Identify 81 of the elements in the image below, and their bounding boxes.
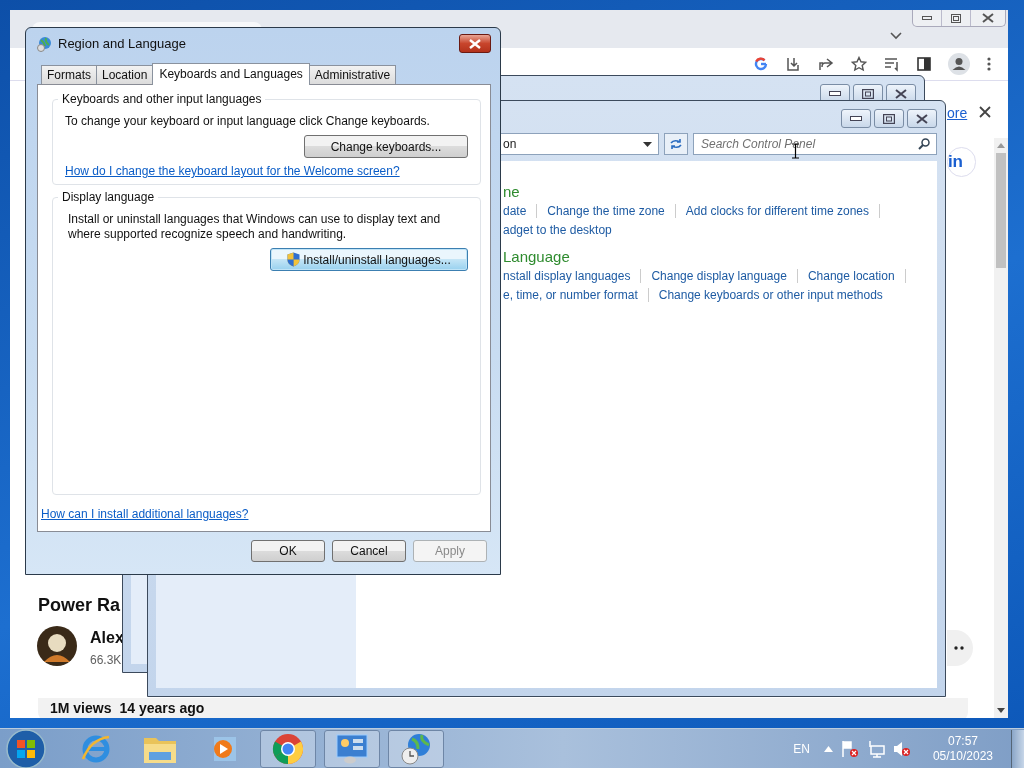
group-label: Keyboards and other input languages [58, 92, 266, 106]
instruction-text: Install or uninstall languages that Windows can use to display text and where supported recognize speech and handwriting. [67, 212, 442, 242]
learn-more-link[interactable]: ore [947, 105, 968, 121]
flag-icon[interactable] [840, 739, 859, 758]
close-icon[interactable] [979, 106, 991, 118]
close-icon [916, 113, 928, 124]
task-link[interactable]: Add clocks for different time zones [685, 203, 869, 218]
address-bar[interactable]: on [499, 133, 659, 155]
minimize-icon [829, 91, 841, 96]
subscriber-count: 66.3K [90, 653, 122, 667]
action-button[interactable]: Change keyboards... [304, 135, 468, 158]
dialog-button[interactable]: OK [251, 540, 325, 562]
window-title: Region and Language [58, 36, 187, 51]
dropdown-icon[interactable] [643, 141, 652, 147]
profile-icon[interactable] [948, 53, 970, 75]
avatar[interactable] [37, 626, 77, 666]
google-icon[interactable] [754, 57, 768, 71]
more-button[interactable] [947, 630, 973, 666]
show-desktop-button[interactable] [1011, 729, 1024, 768]
minimize-button[interactable] [841, 109, 871, 128]
chrome-icon [272, 732, 304, 765]
tab[interactable]: Location [96, 65, 154, 84]
view-count: 1M views [50, 700, 112, 718]
task-link[interactable]: Change location [807, 268, 895, 283]
muted-speaker-icon[interactable] [892, 739, 911, 758]
video-title[interactable]: Power Ra [38, 595, 121, 616]
task-link[interactable]: Change keyboards or other input methods [658, 287, 883, 302]
search-field[interactable]: Search Control Panel [693, 133, 937, 155]
share-icon[interactable] [818, 56, 834, 72]
close-icon [982, 13, 994, 23]
taskbar-button[interactable] [324, 729, 380, 768]
tab[interactable]: Formats [41, 65, 97, 84]
task-link[interactable]: Change display language [651, 268, 787, 283]
channel-name[interactable]: Alex [90, 629, 124, 647]
category-heading[interactable]: Language [503, 248, 570, 265]
description-box[interactable]: 1M views 14 years ago [38, 698, 968, 718]
star-icon[interactable] [851, 56, 867, 72]
close-button[interactable] [907, 109, 937, 128]
task-link[interactable]: e, time, or number format [503, 287, 638, 302]
scrollbar-thumb[interactable] [996, 153, 1006, 268]
globe-clock-icon [400, 732, 432, 765]
help-link[interactable]: How can I install additional languages? [41, 507, 249, 521]
taskbar-button[interactable] [260, 729, 316, 768]
task-link[interactable]: date [503, 203, 527, 218]
reading-list-icon[interactable] [884, 56, 900, 72]
task-link[interactable]: Change the time zone [547, 203, 665, 218]
control-panel-icon [336, 733, 368, 764]
upload-age: 14 years ago [119, 700, 205, 718]
tab[interactable]: Administrative [308, 65, 397, 84]
refresh-icon [669, 138, 683, 150]
install-icon[interactable] [785, 56, 801, 72]
shield-icon [287, 252, 301, 267]
chevron-down-icon[interactable] [890, 32, 902, 40]
scroll-down-icon[interactable] [997, 708, 1005, 713]
dialog-button[interactable]: Cancel [332, 540, 406, 562]
scrollbar[interactable] [994, 138, 1008, 718]
instruction-text: To change your keyboard or input language click Change keyboards. [65, 114, 431, 129]
taskbar-button[interactable] [388, 729, 444, 768]
close-button[interactable] [459, 34, 491, 53]
help-link[interactable]: How do I change the keyboard layout for the Welcome screen? [65, 164, 400, 178]
maximize-icon [883, 113, 895, 124]
group-label: Display language [58, 190, 159, 204]
refresh-button[interactable] [664, 133, 688, 155]
maximize-icon [951, 13, 961, 23]
start-button[interactable] [6, 728, 46, 768]
maximize-button[interactable] [874, 109, 904, 128]
close-icon [469, 38, 481, 49]
globe-icon [36, 35, 52, 52]
tab[interactable]: Keyboards and Languages [152, 63, 310, 85]
task-link[interactable]: nstall display languages [503, 268, 631, 283]
minimize-icon [922, 16, 932, 20]
search-icon[interactable] [918, 138, 930, 150]
more-icon [954, 646, 964, 650]
action-button[interactable]: Install/uninstall languages... [270, 248, 468, 271]
clock-date: 05/10/2023 [932, 748, 993, 764]
category-heading[interactable]: ne [503, 183, 520, 200]
minimize-icon [850, 116, 862, 121]
clock-time: 07:57 [947, 733, 978, 749]
menu-icon[interactable] [987, 57, 991, 71]
task-link[interactable]: adget to the desktop [503, 222, 612, 237]
side-panel-icon[interactable] [917, 57, 931, 71]
